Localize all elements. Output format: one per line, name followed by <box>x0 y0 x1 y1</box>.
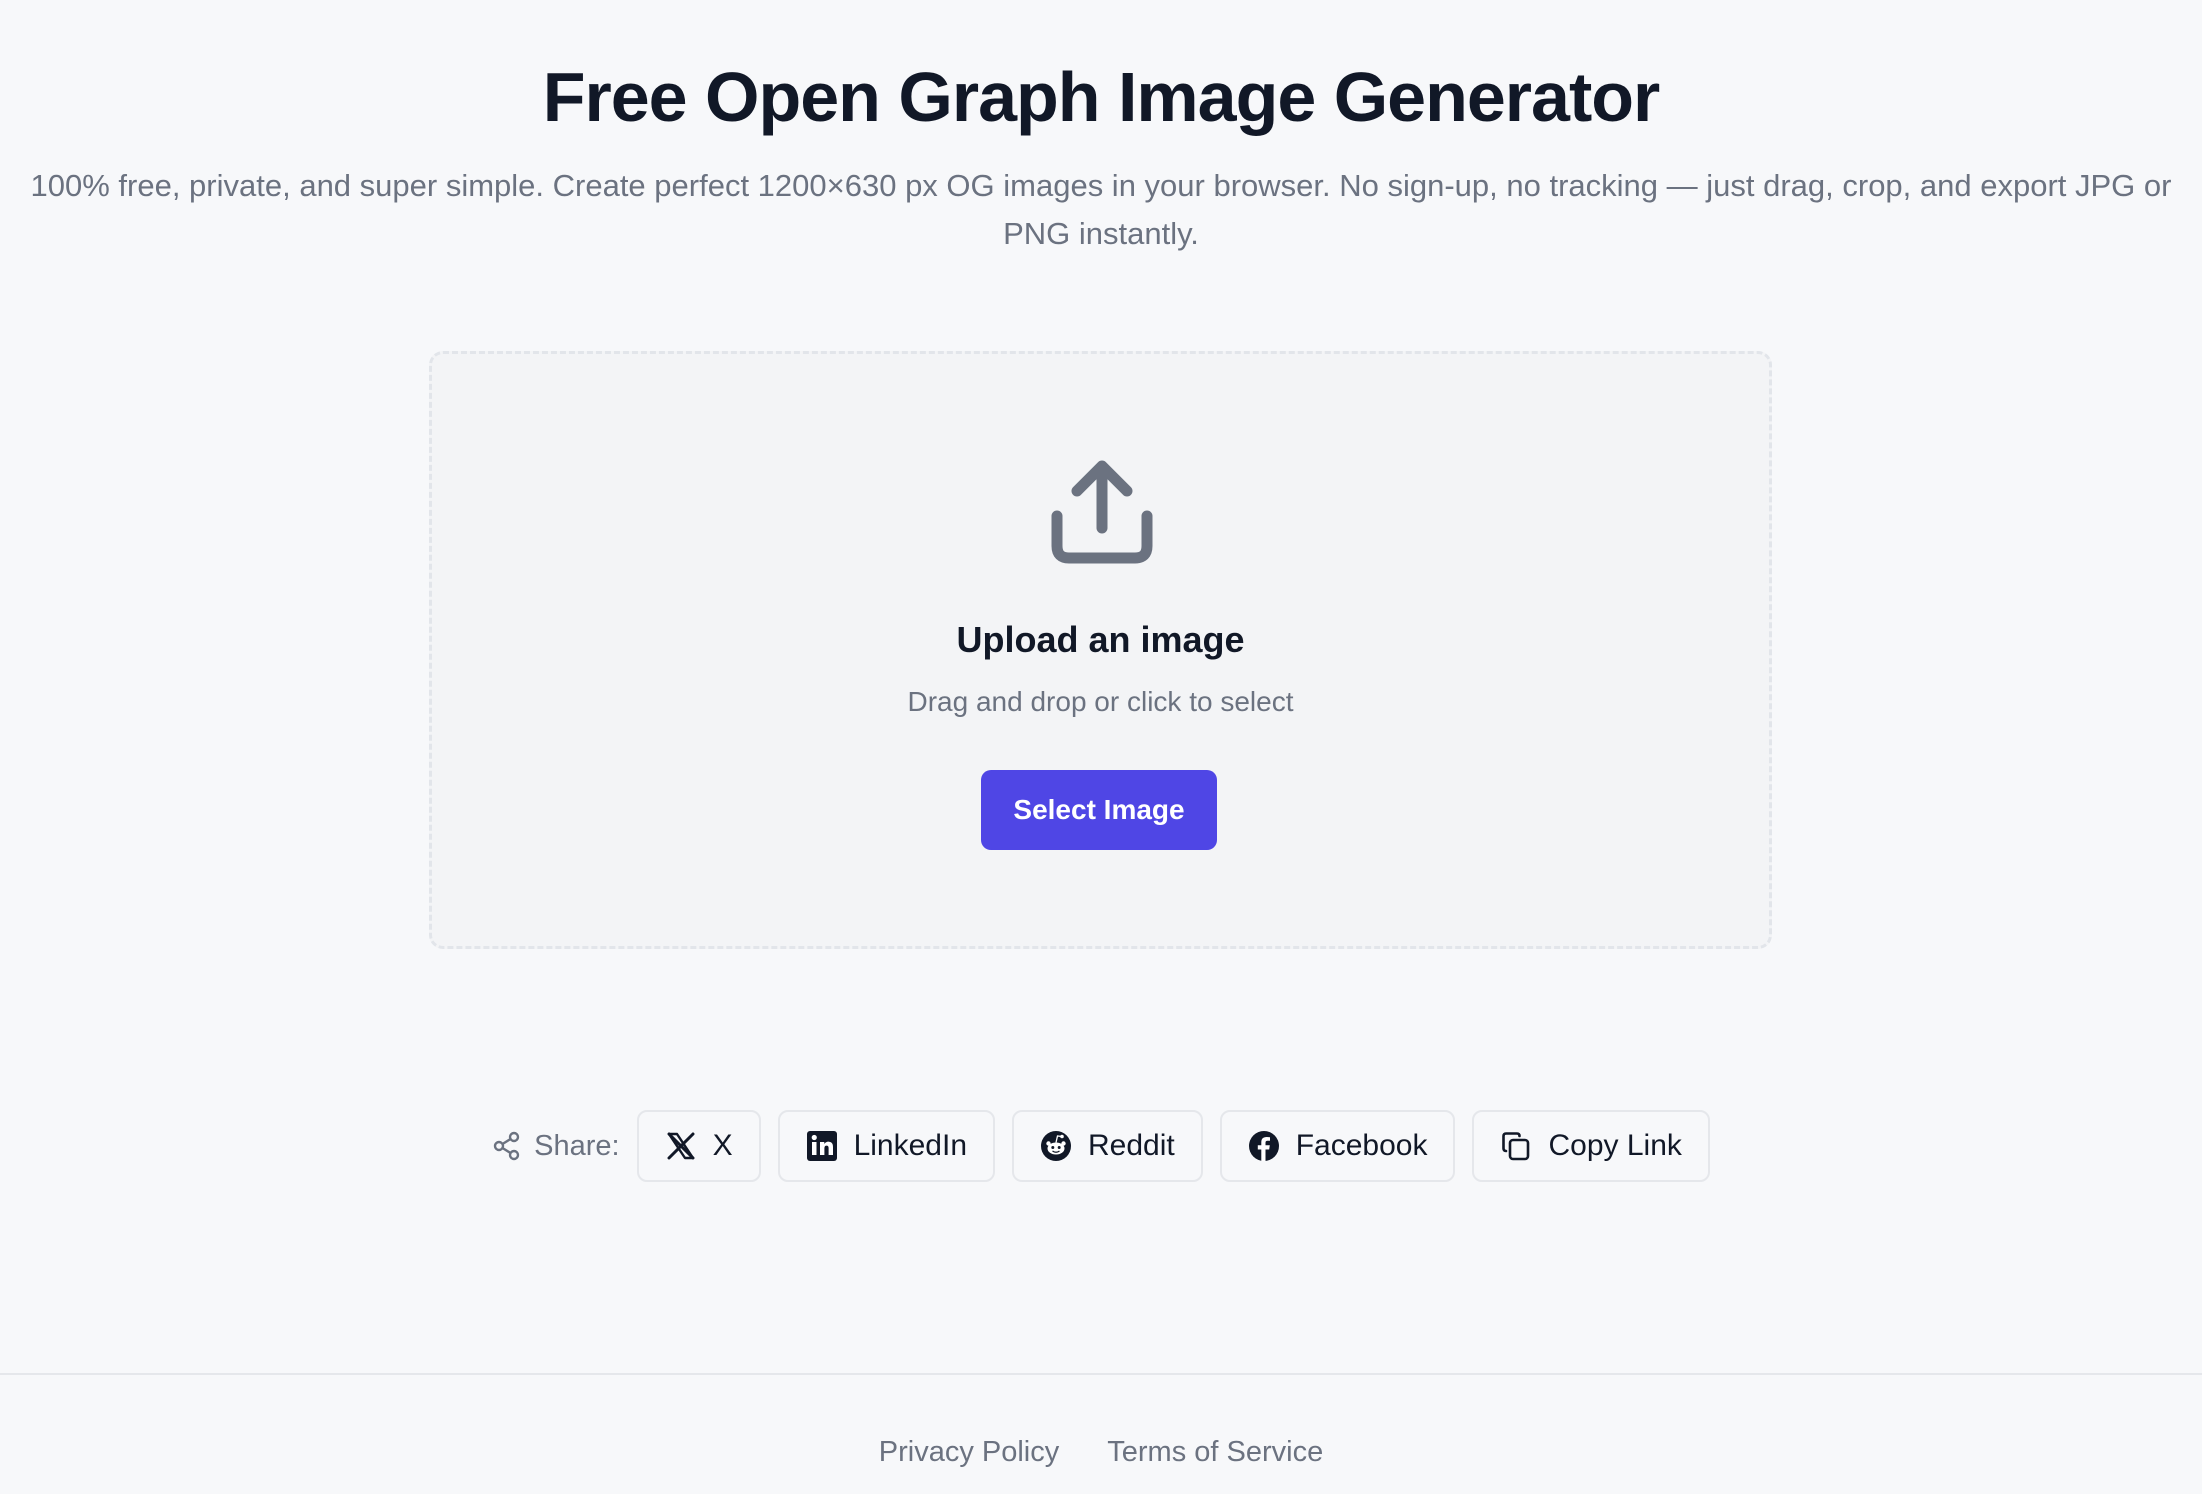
page-title: Free Open Graph Image Generator <box>542 58 1661 136</box>
share-label: Share: <box>534 1129 620 1162</box>
share-label-group: Share: <box>492 1129 620 1163</box>
copy-icon <box>1502 1132 1530 1161</box>
hero: Free Open Graph Image Generator 100% fre… <box>0 52 2202 258</box>
share-linkedin-button[interactable]: LinkedIn <box>777 1110 996 1182</box>
upload-dropzone[interactable]: Upload an image Drag and drop or click t… <box>429 351 1772 949</box>
upload-subtitle: Drag and drop or click to select <box>907 686 1294 717</box>
share-linkedin-label: LinkedIn <box>853 1129 968 1162</box>
facebook-icon <box>1248 1131 1279 1161</box>
reddit-icon <box>1041 1131 1072 1161</box>
share-facebook-button[interactable]: Facebook <box>1219 1110 1456 1182</box>
share-x-button[interactable]: X <box>636 1110 761 1182</box>
share-facebook-label: Facebook <box>1295 1129 1428 1162</box>
footer-divider <box>0 1373 2202 1375</box>
x-icon <box>667 1132 695 1160</box>
upload-icon <box>1051 460 1153 564</box>
copy-link-label: Copy Link <box>1548 1129 1682 1162</box>
share-bar: Share: X LinkedIn Reddit Facebook Copy L… <box>0 1110 2202 1182</box>
share-icon <box>493 1131 520 1161</box>
page-subtitle: 100% free, private, and super simple. Cr… <box>30 168 2172 251</box>
terms-of-service-link[interactable]: Terms of Service <box>1107 1436 1323 1469</box>
upload-title: Upload an image <box>956 619 1245 660</box>
linkedin-icon <box>806 1131 837 1161</box>
footer: Privacy Policy Terms of Service <box>0 1436 2202 1469</box>
share-x-label: X <box>712 1129 733 1162</box>
share-reddit-label: Reddit <box>1088 1129 1175 1162</box>
privacy-policy-link[interactable]: Privacy Policy <box>879 1436 1060 1469</box>
page: Free Open Graph Image Generator 100% fre… <box>0 0 2202 1494</box>
share-reddit-button[interactable]: Reddit <box>1012 1110 1203 1182</box>
copy-link-button[interactable]: Copy Link <box>1472 1110 1710 1182</box>
select-image-button[interactable]: Select Image <box>981 770 1217 850</box>
